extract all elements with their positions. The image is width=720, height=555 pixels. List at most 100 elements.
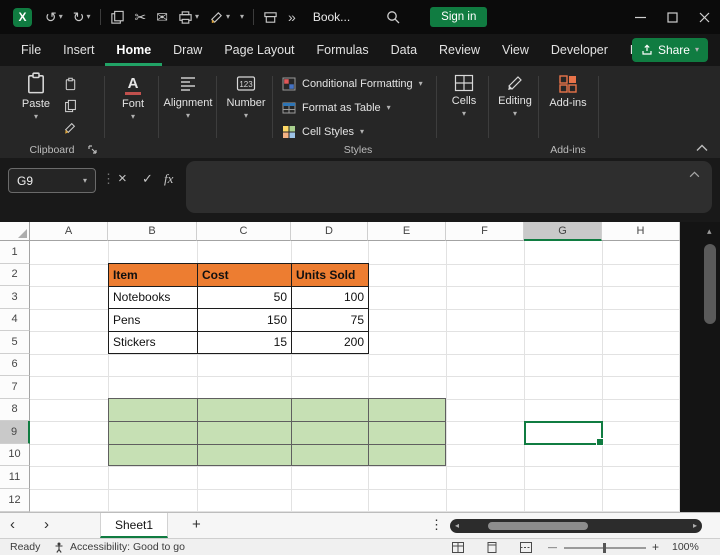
row-header-3[interactable]: 3 bbox=[0, 286, 30, 309]
tab-data[interactable]: Data bbox=[380, 34, 428, 66]
copy-small-button[interactable] bbox=[60, 96, 80, 116]
page-layout-view-button[interactable] bbox=[486, 539, 498, 555]
zoom-out-button[interactable]: — bbox=[548, 539, 557, 555]
table-cell-d4[interactable]: 75 bbox=[292, 309, 369, 332]
sheet-tab-sheet1[interactable]: Sheet1 bbox=[100, 513, 169, 538]
tab-draw[interactable]: Draw bbox=[162, 34, 213, 66]
share-button[interactable]: Share ▾ bbox=[631, 38, 708, 62]
page-break-view-button[interactable] bbox=[520, 539, 532, 555]
row-header-7[interactable]: 7 bbox=[0, 376, 30, 399]
tab-review[interactable]: Review bbox=[428, 34, 491, 66]
table-cell-b3[interactable]: Notebooks bbox=[109, 286, 198, 309]
format-painter-small-button[interactable] bbox=[60, 118, 80, 138]
scroll-left-button[interactable]: ◂ bbox=[455, 521, 459, 530]
collapse-ribbon-button[interactable] bbox=[696, 144, 708, 152]
add-sheet-button[interactable]: + bbox=[192, 516, 201, 533]
fill-handle[interactable] bbox=[596, 438, 604, 446]
table-cell-c2[interactable]: Cost bbox=[198, 264, 292, 287]
table-cell-b4[interactable]: Pens bbox=[109, 309, 198, 332]
tab-page-layout[interactable]: Page Layout bbox=[213, 34, 305, 66]
column-header-f[interactable]: F bbox=[446, 222, 524, 241]
table-cell-d2[interactable]: Units Sold bbox=[292, 264, 369, 287]
undo-button[interactable]: ↺ ▾ bbox=[40, 4, 68, 30]
table-cell-c3[interactable]: 50 bbox=[198, 286, 292, 309]
table-cell-b5[interactable]: Stickers bbox=[109, 331, 198, 354]
column-header-h[interactable]: H bbox=[602, 222, 680, 241]
row-header-1[interactable]: 1 bbox=[0, 241, 30, 264]
archive-button[interactable] bbox=[258, 4, 283, 30]
scroll-up-button[interactable]: ▴ bbox=[707, 226, 712, 237]
row-header-11[interactable]: 11 bbox=[0, 466, 30, 489]
paste-button[interactable]: Paste ▾ bbox=[16, 71, 56, 121]
cell-styles-button[interactable]: Cell Styles ▾ bbox=[282, 122, 364, 142]
tab-view[interactable]: View bbox=[491, 34, 540, 66]
tab-bar-options-button[interactable]: ⋮ bbox=[430, 517, 443, 533]
tab-home[interactable]: Home bbox=[105, 34, 162, 66]
tab-file[interactable]: File bbox=[10, 34, 52, 66]
toolbar-overflow-button[interactable]: » bbox=[283, 4, 301, 30]
name-box[interactable]: G9 ▾ bbox=[8, 168, 96, 193]
editing-menu-button[interactable]: Editing ▾ bbox=[492, 74, 538, 118]
accessibility-status[interactable]: Accessibility: Good to go bbox=[70, 539, 185, 555]
search-button[interactable] bbox=[380, 4, 406, 30]
sign-in-button[interactable]: Sign in bbox=[430, 7, 488, 27]
copy-button[interactable] bbox=[105, 4, 130, 30]
email-button[interactable]: ✉ bbox=[151, 4, 173, 30]
close-button[interactable] bbox=[688, 0, 720, 34]
name-box-resize-handle[interactable]: ⋮ bbox=[102, 170, 115, 188]
alignment-menu-button[interactable]: Alignment ▾ bbox=[162, 74, 214, 120]
previous-sheet-button[interactable]: ‹ bbox=[10, 516, 15, 533]
column-header-d[interactable]: D bbox=[291, 222, 368, 241]
tab-formulas[interactable]: Formulas bbox=[306, 34, 380, 66]
quick-access-dropdown[interactable]: ▾ bbox=[235, 4, 249, 30]
tab-developer[interactable]: Developer bbox=[540, 34, 619, 66]
column-header-c[interactable]: C bbox=[197, 222, 291, 241]
table-cell-d3[interactable]: 100 bbox=[292, 286, 369, 309]
paste-special-button[interactable] bbox=[60, 74, 80, 94]
row-header-4[interactable]: 4 bbox=[0, 308, 30, 331]
horizontal-scrollbar-thumb[interactable] bbox=[488, 522, 588, 530]
column-header-b[interactable]: B bbox=[108, 222, 197, 241]
zoom-in-button[interactable]: + bbox=[652, 539, 659, 555]
normal-view-button[interactable] bbox=[452, 539, 464, 555]
tab-insert[interactable]: Insert bbox=[52, 34, 105, 66]
horizontal-scrollbar[interactable]: ◂ ▸ bbox=[450, 519, 702, 533]
filled-range-b8-e10[interactable] bbox=[108, 398, 446, 466]
table-cell-d5[interactable]: 200 bbox=[292, 331, 369, 354]
print-button[interactable]: ▾ bbox=[173, 4, 204, 30]
row-header-5[interactable]: 5 bbox=[0, 331, 30, 354]
format-painter-button[interactable]: ▾ bbox=[204, 4, 235, 30]
row-header-8[interactable]: 8 bbox=[0, 398, 30, 421]
restore-button[interactable] bbox=[656, 0, 688, 34]
table-cell-c4[interactable]: 150 bbox=[198, 309, 292, 332]
scroll-right-button[interactable]: ▸ bbox=[693, 521, 697, 530]
collapse-formula-bar-button[interactable] bbox=[689, 171, 700, 178]
zoom-slider-thumb[interactable] bbox=[603, 543, 606, 553]
enter-button[interactable]: ✓ bbox=[142, 170, 153, 188]
column-header-e[interactable]: E bbox=[368, 222, 446, 241]
active-cell-g9[interactable] bbox=[524, 421, 604, 446]
column-header-a[interactable]: A bbox=[30, 222, 108, 241]
cells-menu-button[interactable]: Cells ▾ bbox=[442, 74, 486, 118]
row-header-2[interactable]: 2 bbox=[0, 263, 30, 286]
row-header-6[interactable]: 6 bbox=[0, 353, 30, 376]
row-header-10[interactable]: 10 bbox=[0, 443, 30, 466]
cut-button[interactable]: ✂ bbox=[130, 4, 152, 30]
next-sheet-button[interactable]: › bbox=[44, 516, 49, 533]
zoom-slider[interactable] bbox=[564, 543, 646, 553]
font-menu-button[interactable]: A Font ▾ bbox=[110, 74, 156, 121]
row-header-9[interactable]: 9 bbox=[0, 421, 30, 444]
formula-input[interactable] bbox=[186, 161, 712, 213]
row-header-12[interactable]: 12 bbox=[0, 488, 30, 512]
vertical-scrollbar-thumb[interactable] bbox=[704, 244, 716, 324]
table-cell-b2[interactable]: Item bbox=[109, 264, 198, 287]
redo-button[interactable]: ↻ ▾ bbox=[68, 4, 96, 30]
conditional-formatting-button[interactable]: Conditional Formatting ▾ bbox=[282, 74, 423, 94]
table-cell-c5[interactable]: 15 bbox=[198, 331, 292, 354]
minimize-button[interactable] bbox=[624, 0, 656, 34]
column-header-g[interactable]: G bbox=[524, 222, 602, 241]
number-menu-button[interactable]: 123 Number ▾ bbox=[222, 74, 270, 120]
excel-app-icon[interactable]: X bbox=[13, 7, 32, 27]
select-all-button[interactable] bbox=[0, 222, 30, 241]
addins-button[interactable]: Add-ins bbox=[544, 74, 592, 109]
